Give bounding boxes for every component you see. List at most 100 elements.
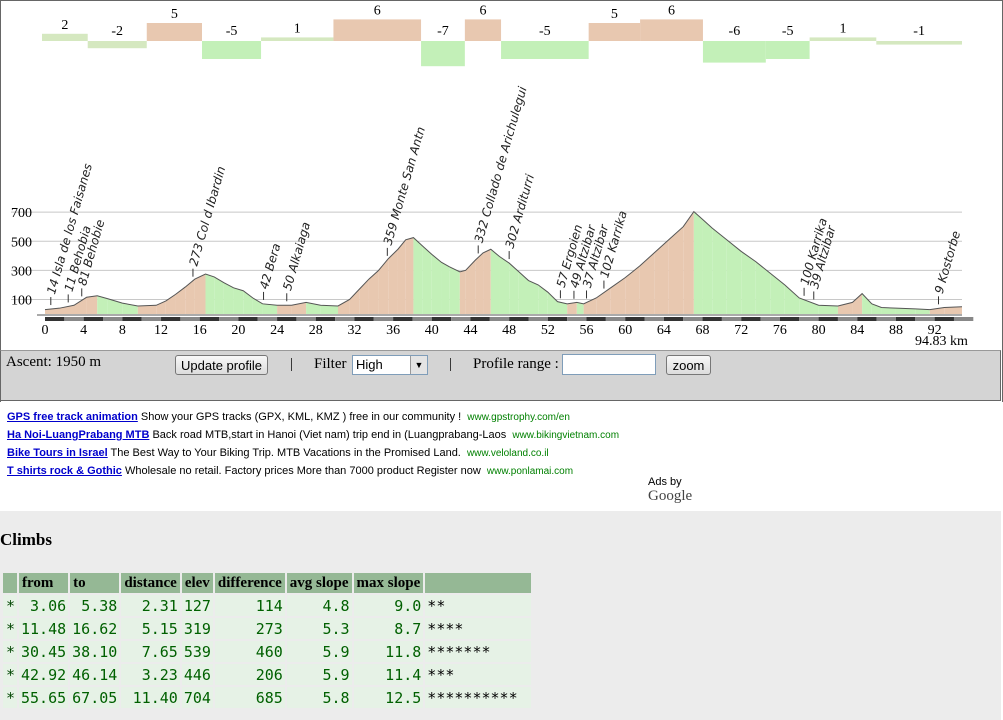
climb-area <box>683 211 694 314</box>
x-tick-label: 72 <box>734 323 748 338</box>
x-tick-label: 84 <box>850 323 864 338</box>
waypoint-label: 302 Arditurri <box>503 172 538 250</box>
descent-area <box>490 249 500 314</box>
climb-cell: 9.0 <box>353 595 424 616</box>
climb-cell: 55.65 <box>19 687 69 708</box>
climb-cell: * <box>3 595 17 616</box>
x-tick-label: 32 <box>347 323 361 338</box>
gradient-segment <box>640 19 703 41</box>
km-ruler-segment <box>721 317 742 321</box>
gradient-label: -5 <box>539 24 551 39</box>
ad-url[interactable]: www.ponlamai.com <box>487 466 573 477</box>
descent-area <box>413 237 423 314</box>
waypoint-label: 50 Alkaiaga <box>280 220 313 292</box>
climb-rating: **** <box>425 618 532 639</box>
waypoint-label: 9 Kostorbe <box>932 229 963 295</box>
descent-area <box>441 262 450 314</box>
km-ruler-segment <box>141 317 162 321</box>
ads-by-label: Ads by <box>648 476 682 488</box>
km-ruler-segment <box>895 317 916 321</box>
descent-area <box>205 273 215 314</box>
profile-range-input[interactable] <box>562 354 656 375</box>
x-tick-label: 60 <box>618 323 632 338</box>
ad-link[interactable]: Ha Noi-LuangPrabang MTB <box>7 429 149 441</box>
descent-area <box>693 211 703 314</box>
ad-link[interactable]: GPS free track animation <box>7 411 138 423</box>
km-ruler-segment <box>296 317 316 321</box>
table-header-row: from to distance elev difference avg slo… <box>3 573 532 593</box>
gradient-segment <box>765 41 810 59</box>
ad-url[interactable]: www.gpstrophy.com/en <box>467 412 570 423</box>
km-ruler-segment <box>451 317 471 321</box>
ad-link[interactable]: T shirts rock & Gothic <box>7 465 122 477</box>
google-logo: Google <box>648 488 693 504</box>
x-tick-label: 76 <box>773 323 787 338</box>
climb-area <box>459 270 466 314</box>
ascent-readout: Ascent: 1950 m <box>6 354 101 370</box>
descent-area <box>320 305 338 314</box>
x-tick-label: 36 <box>386 323 400 338</box>
descent-area <box>422 245 432 314</box>
km-ruler-segment <box>431 317 452 321</box>
table-row: * 30.45 38.10 7.65 539 460 5.9 11.8 ****… <box>3 641 532 662</box>
gradient-label: -5 <box>782 24 794 39</box>
climb-cell: 2.31 <box>121 595 180 616</box>
climb-area <box>194 273 206 314</box>
km-ruler-segment <box>799 317 819 321</box>
col-header: distance <box>121 573 180 593</box>
climb-cell: * <box>3 618 17 639</box>
km-ruler-segment <box>277 317 297 321</box>
climbs-table: from to distance elev difference avg slo… <box>1 571 533 710</box>
climb-cell: 704 <box>181 687 213 708</box>
gradient-segment <box>809 37 877 41</box>
x-tick-label: 44 <box>463 323 477 338</box>
climbs-title: Climbs <box>0 530 52 549</box>
climb-cell: 3.23 <box>121 664 180 685</box>
descent-area <box>528 280 539 314</box>
climb-area <box>185 279 195 314</box>
climb-cell: * <box>3 664 17 685</box>
descent-area <box>499 256 510 314</box>
col-header: to <box>70 573 120 593</box>
climb-area <box>277 305 292 314</box>
zoom-button[interactable]: zoom <box>666 355 711 375</box>
climb-rating: ********** <box>425 687 532 708</box>
km-ruler-segment <box>122 317 142 321</box>
ad-url[interactable]: www.veloland.co.il <box>467 448 549 459</box>
filter-select[interactable]: High ▼ <box>352 355 428 375</box>
km-ruler-segment <box>45 317 65 321</box>
gradient-label: 6 <box>479 3 486 18</box>
table-row: * 42.92 46.14 3.23 446 206 5.9 11.4 *** <box>3 664 532 685</box>
filter-select-value: High <box>356 357 383 372</box>
chevron-down-icon[interactable]: ▼ <box>410 356 427 374</box>
x-tick-label: 8 <box>119 323 126 338</box>
climb-cell: 685 <box>214 687 285 708</box>
climb-cell: 5.3 <box>286 618 352 639</box>
km-ruler-segment <box>83 317 104 321</box>
ad-link[interactable]: Bike Tours in Israel <box>7 447 108 459</box>
x-tick-label: 48 <box>502 323 516 338</box>
km-ruler-segment <box>199 317 220 321</box>
climb-cell: 114 <box>214 595 285 616</box>
km-ruler-segment <box>818 317 838 321</box>
climb-cell: 30.45 <box>19 641 69 662</box>
km-ruler-segment <box>180 317 200 321</box>
climb-cell: 5.8 <box>286 687 352 708</box>
climb-cell: 12.5 <box>353 687 424 708</box>
gradient-label: -2 <box>111 24 123 39</box>
descent-area <box>712 228 727 314</box>
ads-block: GPS free track animation Show your GPS t… <box>7 410 727 504</box>
col-header: avg slope <box>286 573 352 593</box>
ads-by-google[interactable]: Ads by Google <box>648 476 727 505</box>
ad-url[interactable]: www.bikingvietnam.com <box>512 430 619 441</box>
col-header <box>3 573 17 593</box>
x-tick-label: 64 <box>657 323 671 338</box>
km-ruler-segment <box>760 317 780 321</box>
gradient-label: 6 <box>668 3 675 18</box>
climb-area <box>852 293 863 314</box>
update-profile-button[interactable]: Update profile <box>175 355 268 375</box>
km-ruler-segment <box>470 317 490 321</box>
gradient-segment <box>588 23 641 41</box>
ad-text: Back road MTB,start in Hanoi (Viet nam) … <box>152 429 507 441</box>
km-ruler-segment <box>567 317 587 321</box>
